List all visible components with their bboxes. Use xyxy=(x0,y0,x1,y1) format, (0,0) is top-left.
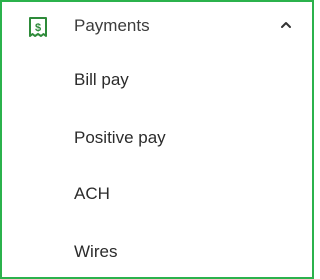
menu-item-bill-pay[interactable]: Bill pay xyxy=(4,60,314,100)
menu-item-wires[interactable]: Wires xyxy=(4,232,314,272)
receipt-dollar-icon: $ xyxy=(28,16,48,40)
menu-item-positive-pay[interactable]: Positive pay xyxy=(4,118,314,158)
menu-item-label: Wires xyxy=(74,242,118,261)
payments-section-header[interactable]: $ Payments xyxy=(4,4,314,50)
menu-item-label: Positive pay xyxy=(74,128,166,147)
svg-text:$: $ xyxy=(35,22,41,34)
payments-menu-panel: $ Payments Bill pay Positive pay ACH Wir… xyxy=(0,0,314,279)
menu-item-label: ACH xyxy=(74,184,110,203)
chevron-up-icon[interactable] xyxy=(279,18,293,32)
payments-section-label: Payments xyxy=(74,16,150,35)
menu-item-label: Bill pay xyxy=(74,70,129,89)
menu-item-ach[interactable]: ACH xyxy=(4,174,314,214)
